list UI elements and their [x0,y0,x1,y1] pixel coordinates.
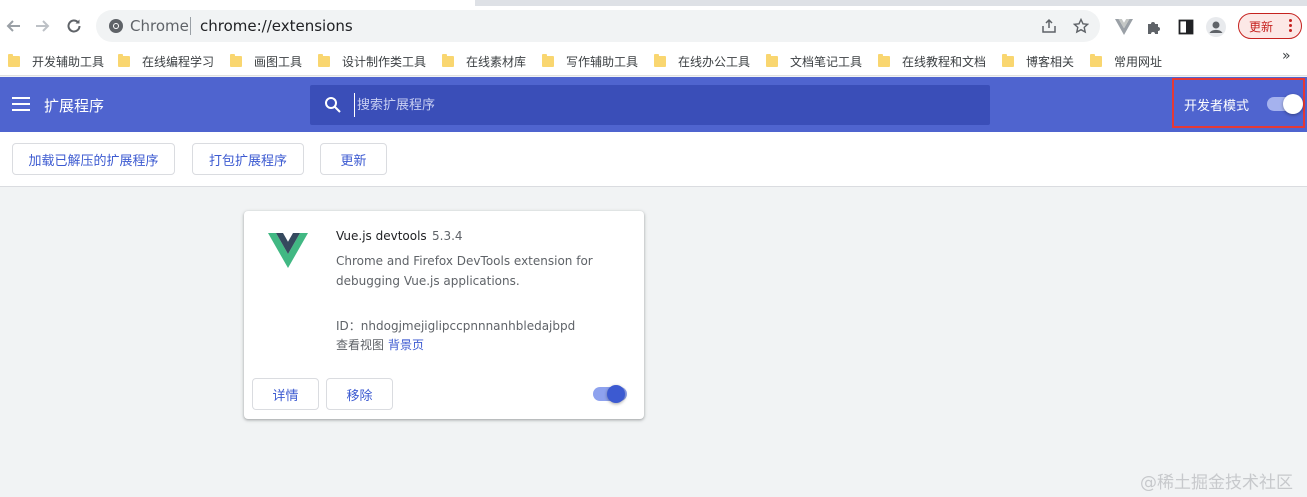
bookmarks-bar: 开发辅助工具 在线编程学习 画图工具 设计制作类工具 在线素材库 写作辅助工具 … [0,46,1307,76]
extension-id: ID：nhdogjmejiglipccpnnnanhbledajbpd [336,317,575,334]
bookmark-label: 在线教程和文档 [902,54,987,69]
bookmark-folder[interactable]: 文档笔记工具 [766,52,862,70]
toggle-knob [1283,94,1303,114]
update-extensions-button[interactable]: 更新 [320,143,387,175]
extension-version: 5.3.4 [432,229,463,243]
folder-icon [318,53,330,67]
puzzle-icon [1148,22,1160,34]
extensions-list: Vue.js devtools 5.3.4 Chrome and Firefox… [0,188,1307,497]
folder-icon [878,53,890,67]
url-text[interactable]: chrome://extensions [200,17,353,35]
folder-icon [230,53,242,67]
reload-button[interactable] [60,12,88,40]
folder-icon [766,53,778,67]
more-vert-icon [1289,19,1292,32]
toggle-knob [607,385,625,403]
back-button[interactable] [0,12,28,40]
extension-description: Chrome and Firefox DevTools extension fo… [336,254,593,288]
bookmark-folder[interactable]: 在线教程和文档 [878,52,986,70]
star-icon [1073,18,1089,34]
developer-mode-label: 开发者模式 [1184,99,1250,114]
bookmark-folder[interactable]: 写作辅助工具 [542,52,638,70]
folder-icon [1090,53,1102,67]
folder-icon [118,53,130,67]
bookmark-folder[interactable]: 常用网址 [1090,52,1162,70]
forward-button[interactable] [28,12,56,40]
search-box[interactable] [310,85,990,125]
side-panel-button[interactable] [1176,17,1196,37]
omnibox-chrome-label: Chrome [130,17,189,35]
folder-icon [442,53,454,67]
bookmark-folder[interactable]: 开发辅助工具 [8,52,104,70]
share-icon [1042,18,1056,33]
side-panel-icon [1178,19,1194,35]
bookmark-star-button[interactable] [1072,17,1090,35]
extension-id-value: nhdogjmejiglipccpnnnanhbledajbpd [360,319,576,333]
bookmark-label: 博客相关 [1026,54,1075,69]
inspect-views-label: 查看视图 [336,338,385,352]
developer-actions-bar: 加载已解压的扩展程序 打包扩展程序 更新 [0,132,1307,187]
bookmark-label: 常用网址 [1114,54,1163,69]
bookmark-folder[interactable]: 在线办公工具 [654,52,750,70]
bookmark-folder[interactable]: 画图工具 [230,52,302,70]
bookmark-folder[interactable]: 在线素材库 [442,52,526,70]
folder-icon [1002,53,1014,67]
update-button[interactable]: 更新 [1238,13,1302,39]
search-input[interactable] [354,93,974,117]
extension-id-label: ID： [336,319,361,333]
reload-icon [67,19,81,33]
bookmark-label: 在线编程学习 [142,54,215,69]
bookmark-folder[interactable]: 设计制作类工具 [318,52,426,70]
bookmark-label: 文档笔记工具 [790,54,863,69]
share-button[interactable] [1040,17,1058,35]
inspect-views: 查看视图 背景页 [336,336,424,353]
omnibox-separator [190,17,191,35]
bookmarks-overflow-button[interactable]: » [1282,48,1291,64]
search-icon [325,97,341,113]
browser-toolbar: Chrome chrome://extensions 更新 [0,6,1307,46]
bookmark-folder[interactable]: 在线编程学习 [118,52,214,70]
extension-enable-toggle[interactable] [593,385,627,403]
vue-gray-icon [1115,19,1133,35]
update-label: 更新 [1249,19,1274,34]
bookmark-label: 写作辅助工具 [566,54,639,69]
address-bar[interactable]: Chrome chrome://extensions [96,10,1100,42]
bookmark-label: 开发辅助工具 [32,54,105,69]
arrow-left-icon [6,20,20,32]
bookmark-label: 设计制作类工具 [342,54,427,69]
bookmark-folder[interactable]: 博客相关 [1002,52,1074,70]
extensions-menu-button[interactable] [1144,17,1164,37]
developer-mode-toggle[interactable] [1267,94,1303,114]
profile-button[interactable] [1206,17,1226,37]
folder-icon [8,53,20,67]
pack-extension-button[interactable]: 打包扩展程序 [192,143,304,175]
menu-icon[interactable] [12,97,30,111]
folder-icon [542,53,554,67]
vue-logo-icon [268,233,308,268]
chrome-icon [109,19,123,33]
bookmark-label: 画图工具 [254,54,303,69]
remove-button[interactable]: 移除 [326,378,393,410]
vue-devtools-extension-button[interactable] [1114,17,1134,37]
extension-card: Vue.js devtools 5.3.4 Chrome and Firefox… [244,211,644,419]
background-page-link[interactable]: 背景页 [388,338,424,352]
extensions-header: 扩展程序 开发者模式 [0,77,1307,132]
details-button[interactable]: 详情 [252,378,319,410]
page-title: 扩展程序 [44,97,105,115]
arrow-right-icon [36,20,50,32]
folder-icon [654,53,666,67]
bookmark-label: 在线素材库 [466,54,527,69]
watermark: @稀土掘金技术社区 [1140,473,1293,493]
extension-name: Vue.js devtools [336,229,427,243]
developer-mode-control: 开发者模式 [1172,78,1305,128]
avatar-icon [1206,17,1226,37]
load-unpacked-button[interactable]: 加载已解压的扩展程序 [12,143,175,175]
bookmark-label: 在线办公工具 [678,54,751,69]
